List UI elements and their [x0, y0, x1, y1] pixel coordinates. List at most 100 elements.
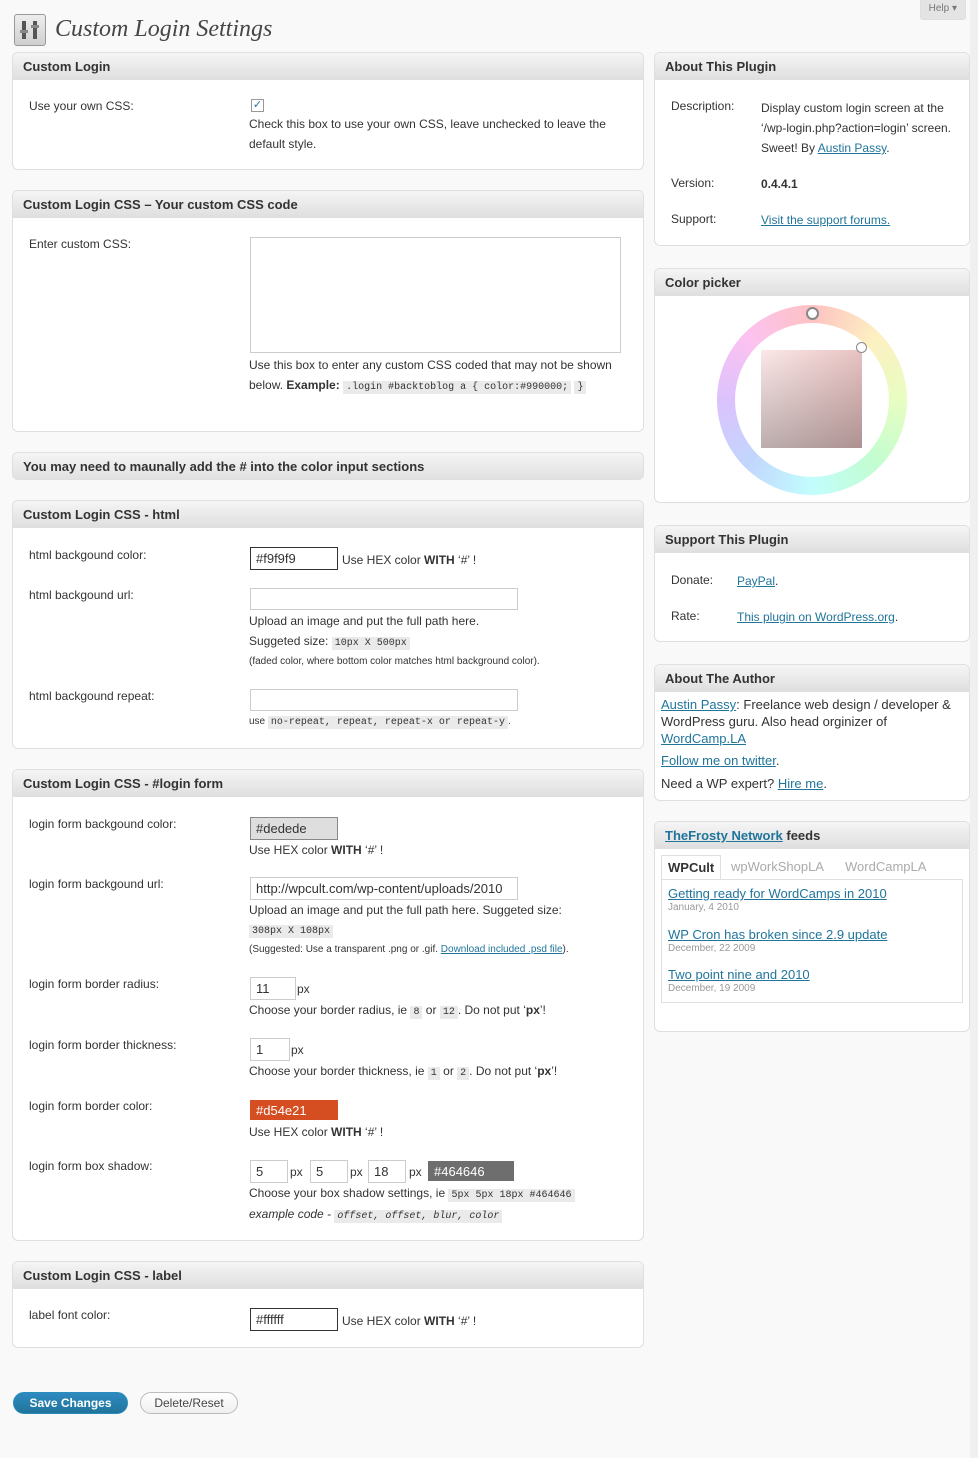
box-shadow-desc: Choose your box shadow settings, ie 5px … — [249, 1183, 575, 1206]
form-bg-url-input[interactable]: http://wpcult.com/wp-content/uploads/201… — [250, 877, 518, 900]
shadow-x-unit: px — [290, 1165, 303, 1179]
shadow-y-input[interactable]: 5 — [310, 1160, 348, 1183]
border-thickness-label: login form border thickness: — [29, 1038, 177, 1052]
html-bg-url-input[interactable] — [250, 588, 518, 610]
tab-wpcult[interactable]: WPCult — [661, 855, 722, 879]
shadow-color-input[interactable]: #464646 — [428, 1161, 514, 1181]
tab-wpcult-label: WPCult — [668, 860, 715, 875]
box-shadow-label: login form box shadow: — [29, 1159, 153, 1173]
shadow-blur-input[interactable]: 18 — [368, 1160, 406, 1183]
box-shadow-example: example code - offset, offset, blur, col… — [249, 1204, 503, 1227]
form-bg-color-input[interactable]: #dedede — [250, 817, 338, 840]
feeds-title: TheFrosty Network feeds — [655, 822, 969, 849]
form-bg-url-desc: Upload an image and put the full path he… — [249, 903, 562, 917]
feed-item-link[interactable]: WP Cron has broken since 2.9 update — [668, 927, 887, 942]
html-hex-note: Use HEX color WITH ‘#’ ! — [342, 550, 476, 570]
delete-reset-button[interactable]: Delete/Reset — [140, 1392, 238, 1414]
rate-dot: . — [894, 610, 899, 624]
support-forums-link[interactable]: Visit the support forums. — [761, 213, 890, 227]
shadow-x-input[interactable]: 5 — [250, 1160, 288, 1183]
custom-css-box: Custom Login CSS – Your custom CSS code … — [12, 190, 644, 432]
border-radius-input[interactable]: 11 — [250, 977, 296, 1000]
paypal-link[interactable]: PayPal — [737, 574, 775, 588]
border-radius-unit: px — [297, 982, 310, 996]
suggest-prefix: (Suggested: Use a transparent .png or .g… — [249, 944, 441, 955]
border-radius-label: login form border radius: — [29, 977, 160, 991]
border-color-input[interactable]: #d54e21 — [250, 1100, 338, 1120]
window-scrollbar[interactable] — [970, 0, 978, 1458]
hue-marker[interactable] — [806, 307, 819, 320]
border-thickness-unit: px — [291, 1043, 304, 1057]
no-px-prefix: . Do not put ‘ — [469, 1064, 538, 1078]
author-link[interactable]: Austin Passy — [818, 141, 886, 155]
about-author-box: About The Author Austin Passy: Freelance… — [654, 664, 970, 801]
twitter-link[interactable]: Follow me on twitter — [661, 753, 776, 768]
thickness-code-b: 2 — [457, 1067, 470, 1080]
author-name-link[interactable]: Austin Passy — [661, 697, 736, 712]
example-label: Example: — [286, 378, 340, 392]
tab-wordcampla[interactable]: WordCampLA — [845, 855, 926, 879]
saturation-square[interactable] — [761, 350, 862, 448]
wordcamp-la-link[interactable]: WordCamp.LA — [661, 731, 746, 746]
border-color-hex-note: Use HEX color WITH ‘#’ ! — [249, 1122, 383, 1142]
html-bg-color-input[interactable]: #f9f9f9 — [250, 547, 338, 570]
repeat-end: . — [507, 716, 511, 727]
color-picker-title: Color picker — [655, 269, 969, 296]
twitter-end: . — [775, 753, 780, 768]
use-css-label: Use your own CSS: — [29, 99, 134, 113]
no-px-prefix: . Do not put ‘ — [457, 1003, 526, 1017]
help-tab[interactable]: Help ▾ — [919, 0, 966, 20]
custom-css-label: Enter custom CSS: — [29, 237, 132, 251]
hex-note-suffix: ‘#’ ! — [361, 843, 384, 857]
no-px-bold: px — [525, 1003, 540, 1017]
donate-value: PayPal. — [737, 571, 778, 591]
no-px-suffix: ’! — [539, 1003, 546, 1017]
shadow-blur-unit: px — [409, 1165, 422, 1179]
feeds-box: TheFrosty Network feeds WPCult wpWorkSho… — [654, 821, 970, 1032]
rate-label: Rate: — [671, 609, 700, 623]
label-font-color-input[interactable]: #ffffff — [250, 1308, 338, 1331]
expert-text: Need a WP expert? — [661, 776, 778, 791]
use-css-description: Check this box to use your own CSS, leav… — [249, 117, 606, 151]
radius-code-a: 8 — [410, 1006, 423, 1019]
feed-item-date: January, 4 2010 — [668, 902, 739, 913]
about-plugin-title: About This Plugin — [655, 53, 969, 80]
hex-note-bold: WITH — [424, 1314, 455, 1328]
saturation-marker[interactable] — [856, 342, 867, 353]
hire-me-link[interactable]: Hire me — [778, 776, 824, 791]
color-picker-box: Color picker — [654, 268, 970, 503]
custom-login-title: Custom Login — [13, 53, 643, 80]
feed-item-link[interactable]: Two point nine and 2010 — [668, 967, 810, 982]
border-radius-desc: Choose your border radius, ie 8 or 12. D… — [249, 1000, 546, 1023]
tab-wpworkshopla[interactable]: wpWorkShopLA — [731, 855, 824, 879]
support-value: Visit the support forums. — [761, 210, 890, 230]
thickness-desc-prefix: Choose your border thickness, ie — [249, 1064, 425, 1078]
use-css-checkbox[interactable]: ✓ — [251, 99, 264, 112]
custom-css-textarea[interactable] — [250, 237, 621, 353]
label-font-color-label: label font color: — [29, 1308, 111, 1322]
rate-plugin-link[interactable]: This plugin on WordPress.org — [737, 610, 895, 624]
label-css-title: Custom Login CSS - label — [13, 1262, 643, 1289]
suggest-suffix: ). — [562, 944, 569, 955]
border-thickness-input[interactable]: 1 — [250, 1038, 290, 1061]
hex-note-suffix: ‘#’ ! — [361, 1125, 384, 1139]
feed-item: Two point nine and 2010 December, 19 200… — [668, 967, 810, 994]
feed-item-link[interactable]: Getting ready for WordCamps in 2010 — [668, 886, 887, 901]
shadow-y-unit: px — [350, 1165, 363, 1179]
hex-note-suffix: ‘#’ ! — [454, 1314, 477, 1328]
html-faded-note: (faded color, where bottom color matches… — [249, 656, 540, 667]
html-bg-repeat-input[interactable] — [250, 689, 518, 711]
repeat-use: use — [249, 716, 266, 727]
about-plugin-box: About This Plugin Description: Display c… — [654, 52, 970, 246]
hex-note-suffix: ‘#’ ! — [454, 553, 477, 567]
description-label: Description: — [671, 99, 735, 113]
border-thickness-desc: Choose your border thickness, ie 1 or 2.… — [249, 1061, 557, 1084]
save-changes-button[interactable]: Save Changes — [13, 1392, 128, 1414]
frosty-network-link[interactable]: TheFrosty Network — [665, 828, 783, 843]
download-psd-link[interactable]: Download included .psd file — [441, 944, 563, 955]
tab-wordcampla-label: WordCampLA — [845, 859, 927, 874]
feed-item: Getting ready for WordCamps in 2010 Janu… — [668, 886, 887, 913]
help-label: Help — [928, 3, 950, 14]
donate-dot: . — [775, 574, 779, 588]
author-bio: Austin Passy: Freelance web design / dev… — [661, 696, 961, 747]
